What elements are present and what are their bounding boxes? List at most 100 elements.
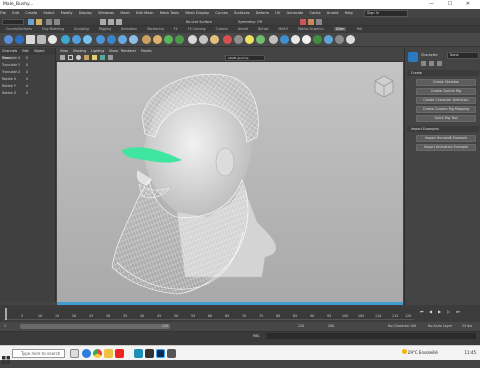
loft-icon[interactable] <box>107 35 116 44</box>
section-import-examples[interactable]: Import Examples <box>407 126 479 132</box>
quick-rig-tool-button[interactable]: Quick Rig Tool <box>416 115 476 122</box>
menu-file[interactable]: File <box>0 11 6 15</box>
joint-icon[interactable] <box>188 35 197 44</box>
channel-value[interactable]: 0 <box>26 90 28 97</box>
range-max-field[interactable]: 200 <box>328 324 334 328</box>
render-settings-icon[interactable] <box>316 19 322 25</box>
poly-cylinder-icon[interactable] <box>37 35 46 44</box>
go-to-start-icon[interactable]: ⏮ <box>420 309 424 314</box>
range-slider[interactable] <box>20 324 170 329</box>
channel-value[interactable]: 0 <box>26 76 28 83</box>
grab-icon[interactable] <box>153 35 162 44</box>
menu-deform[interactable]: Deform <box>256 11 269 15</box>
snap-curve-icon[interactable] <box>108 19 114 25</box>
light-icon[interactable] <box>245 35 254 44</box>
viewport-menu-panels[interactable]: Panels <box>141 48 152 54</box>
menu-cache[interactable]: Cache <box>309 11 320 15</box>
channel-row[interactable]: Translate Z 0 <box>0 69 55 76</box>
shelf-tab-motion-graphics[interactable]: Motion Graphics <box>298 27 324 31</box>
humanik-tool-icon[interactable] <box>429 61 434 66</box>
poly-cube-icon[interactable] <box>26 35 35 44</box>
menu-edit-mesh[interactable]: Edit Mesh <box>136 11 154 15</box>
menu-surfaces[interactable]: Surfaces <box>234 11 250 15</box>
shelf-tab-animation[interactable]: Animation <box>121 27 137 31</box>
revolve-icon[interactable] <box>96 35 105 44</box>
hair-icon[interactable] <box>313 35 322 44</box>
import-humanik-example-button[interactable]: Import HumanIK Example <box>416 135 476 142</box>
go-to-end-icon[interactable]: ⏭ <box>456 309 460 314</box>
tab-object[interactable]: Object <box>34 49 45 53</box>
menu-display[interactable]: Display <box>79 11 92 15</box>
sculpt-icon[interactable] <box>142 35 151 44</box>
channel-value[interactable]: 0 <box>26 55 28 62</box>
shelf-tab-rendering[interactable]: Rendering <box>147 27 163 31</box>
create-custom-rig-mapping-button[interactable]: Create Custom Rig Mapping <box>416 106 476 113</box>
clock[interactable]: 11:45 <box>464 350 476 355</box>
task-view-icon[interactable] <box>70 349 79 358</box>
texture-icon[interactable] <box>84 55 89 60</box>
viewport[interactable] <box>57 62 403 302</box>
symmetry-dropdown[interactable]: Symmetry: Off <box>238 18 262 26</box>
start-button[interactable] <box>2 349 10 364</box>
menu-uv[interactable]: UV <box>275 11 280 15</box>
guide-icon[interactable] <box>324 35 333 44</box>
range-start-field[interactable]: 1 <box>4 324 6 328</box>
humanik-tool-icon[interactable] <box>421 61 426 66</box>
channel-row[interactable]: Translate Y 0 <box>0 62 55 69</box>
menu-windows[interactable]: Windows <box>98 11 114 15</box>
maya-taskbar-icon[interactable] <box>134 349 143 358</box>
shelf-tab-fx[interactable]: FX <box>174 27 178 31</box>
import-animation-example-button[interactable]: Import Animation Example <box>416 144 476 151</box>
time-slider[interactable]: 5 10 15 20 25 30 35 40 45 50 55 60 65 70… <box>0 305 480 322</box>
extrude-icon[interactable] <box>118 35 127 44</box>
tab-edit[interactable]: Edit <box>22 49 28 53</box>
character-set-dropdown[interactable]: No Character Set <box>388 324 416 328</box>
render-icon[interactable] <box>300 19 306 25</box>
youtube-icon[interactable] <box>115 349 124 358</box>
undo-icon[interactable] <box>46 19 52 25</box>
anim-layer-dropdown[interactable]: No Anim Layer <box>428 324 452 328</box>
channel-row[interactable]: Translate X 0 <box>0 55 55 62</box>
snap-grid-icon[interactable] <box>100 19 106 25</box>
shelf-tab-poly[interactable]: Poly Modeling <box>42 27 64 31</box>
zbrush-icon[interactable] <box>167 349 176 358</box>
mode-dropdown[interactable] <box>2 19 24 25</box>
bezier-icon[interactable] <box>72 35 81 44</box>
channel-row[interactable]: Rotate X 0 <box>0 76 55 83</box>
viewport-menu-view[interactable]: View <box>60 48 68 54</box>
snap-point-icon[interactable] <box>116 19 122 25</box>
menu-modify[interactable]: Modify <box>61 11 73 15</box>
channel-row[interactable]: Rotate Z 0 <box>0 90 55 97</box>
chrome-icon[interactable] <box>93 349 102 358</box>
material-icon[interactable] <box>256 35 265 44</box>
ik-handle-icon[interactable] <box>199 35 208 44</box>
taskbar-search-input[interactable]: Type here to search <box>12 349 65 358</box>
viewport-menu-show[interactable]: Show <box>109 48 118 54</box>
menu-curves[interactable]: Curves <box>215 11 227 15</box>
menu-generate[interactable]: Generate <box>286 11 303 15</box>
poly-sphere-icon[interactable] <box>48 35 57 44</box>
camera-select-icon[interactable] <box>60 55 65 60</box>
xgen-icon[interactable] <box>280 35 289 44</box>
photoshop-icon[interactable] <box>156 349 165 358</box>
shelf-tab-fx-caching[interactable]: FX Caching <box>188 27 206 31</box>
ep-curve-icon[interactable] <box>83 35 92 44</box>
section-create[interactable]: Create <box>407 70 479 76</box>
shelf-tab-arnold[interactable]: Arnold <box>238 27 248 31</box>
menu-mesh[interactable]: Mesh <box>120 11 129 15</box>
render-view-icon[interactable] <box>269 35 278 44</box>
planar-icon[interactable] <box>129 35 138 44</box>
menu-help[interactable]: Help <box>345 11 353 15</box>
interactive-groom-icon[interactable] <box>335 35 344 44</box>
create-control-rig-button[interactable]: Create Control Rig <box>416 88 476 95</box>
current-time-marker[interactable] <box>5 308 7 320</box>
step-back-icon[interactable]: ◀ <box>429 309 432 314</box>
xray-icon[interactable] <box>108 55 113 60</box>
key-icon[interactable] <box>223 35 232 44</box>
viewport-menu-renderer[interactable]: Renderer <box>121 48 136 54</box>
fps-dropdown[interactable]: 24 fps <box>462 324 472 328</box>
lights-icon[interactable] <box>92 55 97 60</box>
nurbs-circle-icon[interactable] <box>4 35 13 44</box>
open-icon[interactable] <box>36 19 42 25</box>
shelf-tab-bifrost[interactable]: Bifrost <box>258 27 268 31</box>
